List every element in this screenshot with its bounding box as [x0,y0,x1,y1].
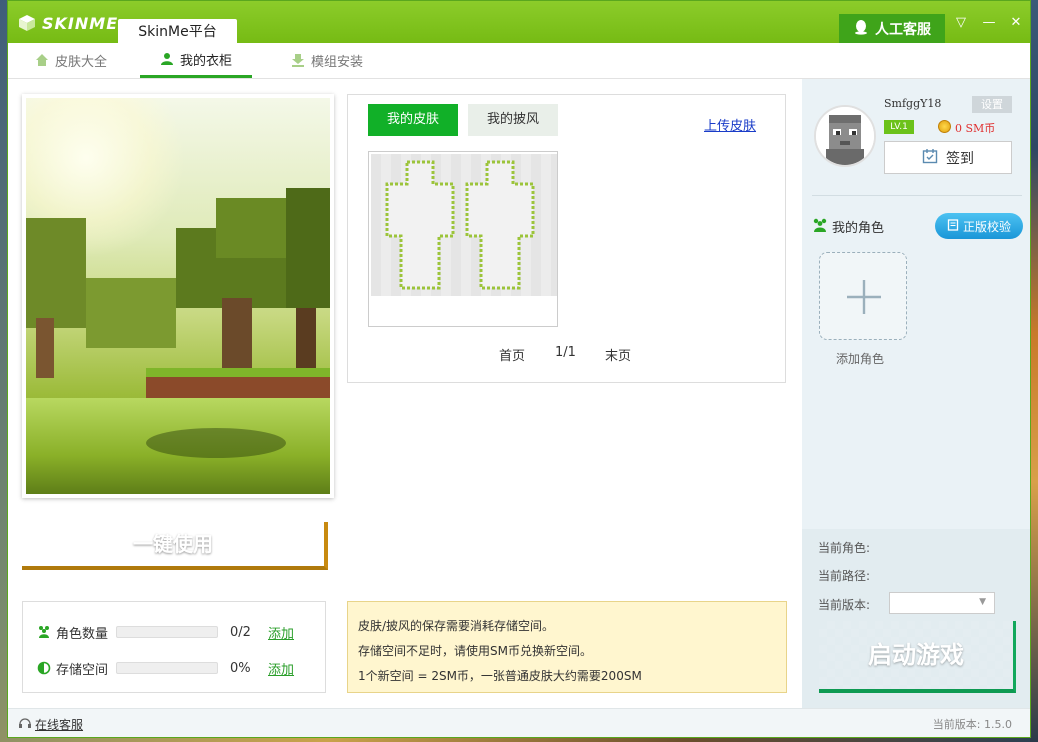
plus-icon [847,280,881,314]
online-support-label: 在线客服 [35,718,84,732]
storage-value: 0% [230,660,251,676]
my-roles-heading: 我的角色 [812,217,884,236]
verify-label: 正版校验 [962,219,1011,234]
start-game-button[interactable]: 启动游戏 [819,621,1016,693]
group-icon [812,218,828,236]
document-icon [947,218,959,234]
pager-last[interactable]: 末页 [605,345,631,364]
current-version-label: 当前版本: [818,598,871,612]
half-circle-icon [37,661,51,675]
genuine-verify-button[interactable]: 正版校验 [935,213,1023,239]
add-role-button[interactable] [819,252,907,340]
skin-preview-frame [22,94,334,498]
platform-tab[interactable]: SkinMe平台 [118,19,237,43]
cube-icon [18,14,36,32]
dropdown-menu-icon[interactable]: ▽ [952,15,970,30]
close-icon[interactable]: ✕ [1007,15,1025,30]
role-count-value: 0/2 [230,624,251,640]
nav-label: 模组安装 [311,54,364,70]
level-badge: LV.1 [884,120,914,134]
customer-support-button[interactable]: 人工客服 [839,14,945,43]
main-nav: 皮肤大全 我的衣柜 模组安装 [8,43,1030,79]
app-version: 当前版本: 1.5.0 [932,718,1012,731]
upload-skin-link[interactable]: 上传皮肤 [704,115,756,134]
nav-label: 我的衣柜 [179,53,232,69]
add-storage-link[interactable]: 添加 [268,659,294,678]
coin-icon [938,120,951,133]
coin-balance: 0 SM币 [955,122,996,135]
user-icon [160,52,174,66]
skin-outline-image [385,160,535,290]
avatar[interactable] [814,105,876,167]
headset-icon [18,716,32,733]
one-click-use-button[interactable]: 一键使用 [22,522,328,570]
download-icon [291,53,305,67]
logo-text: SKINME [42,13,119,33]
divider [812,195,1022,196]
storage-row: 存储空间 0% 添加 [37,658,294,678]
qq-penguin-icon [853,19,869,39]
calendar-check-icon [922,148,938,168]
info-line: 皮肤/披风的保存需要消耗存储空间。 [358,619,555,633]
nav-my-wardrobe[interactable]: 我的衣柜 [140,43,252,78]
status-bar: 在线客服 当前版本: 1.5.0 [8,708,1030,737]
desktop-background [1030,0,1038,742]
minimize-icon[interactable]: — [980,15,998,30]
role-count-label: 角色数量 [56,626,109,642]
sign-in-button[interactable]: 签到 [884,141,1012,174]
tab-my-skins[interactable]: 我的皮肤 [368,104,458,136]
sign-in-label: 签到 [946,150,974,167]
nav-skin-gallery[interactable]: 皮肤大全 [35,43,107,77]
pager-first[interactable]: 首页 [499,345,525,364]
current-path-label: 当前路径: [818,569,871,583]
info-line: 存储空间不足时，请使用SM币兑换新空间。 [358,644,592,658]
preview-scene-image [26,98,330,494]
chevron-down-icon: ▼ [979,597,986,607]
storage-stats-panel: 角色数量 0/2 添加 存储空间 0% 添加 [22,601,326,693]
current-role-label: 当前角色: [818,541,871,555]
storage-bar [116,662,218,674]
app-window: SKINME SkinMe平台 人工客服 ▽ — ✕ 皮肤大全 我的衣柜 模组安… [7,0,1031,738]
group-icon [37,625,51,639]
nav-label: 皮肤大全 [55,54,108,70]
username: SmfggY18 [884,97,942,110]
pager-current: 1/1 [555,345,576,360]
version-select[interactable]: ▼ [889,592,995,614]
storage-label: 存储空间 [56,662,109,678]
support-label: 人工客服 [875,21,931,38]
add-role-link[interactable]: 添加 [268,623,294,642]
app-logo: SKINME [18,13,118,33]
storage-info-box: 皮肤/披风的保存需要消耗存储空间。 存储空间不足时，请使用SM币兑换新空间。 1… [347,601,787,693]
user-sidebar: SmfggY18 设置 LV.1 0 SM币 签到 我的角色 正版校验 添加角色 [802,79,1030,529]
skin-card[interactable] [368,151,558,327]
title-bar: SKINME SkinMe平台 人工客服 ▽ — ✕ [8,1,1030,43]
home-icon [35,53,49,67]
online-support-link[interactable]: 在线客服 [18,716,83,733]
add-role-label: 添加角色 [836,352,885,366]
settings-button[interactable]: 设置 [972,96,1012,113]
nav-mod-install[interactable]: 模组安装 [291,43,363,77]
my-roles-label: 我的角色 [832,221,885,236]
launch-panel: 当前角色: 当前路径: 当前版本: ▼ 启动游戏 [802,529,1030,709]
role-count-row: 角色数量 0/2 添加 [37,622,294,642]
skin-thumbnail [371,154,557,296]
tab-my-capes[interactable]: 我的披风 [468,104,558,136]
info-line: 1个新空间 = 2SM币，一张普通皮肤大约需要200SM [358,669,642,683]
wardrobe-panel: 我的皮肤 我的披风 上传皮肤 首页 1/1 末页 [347,94,786,383]
role-count-bar [116,626,218,638]
